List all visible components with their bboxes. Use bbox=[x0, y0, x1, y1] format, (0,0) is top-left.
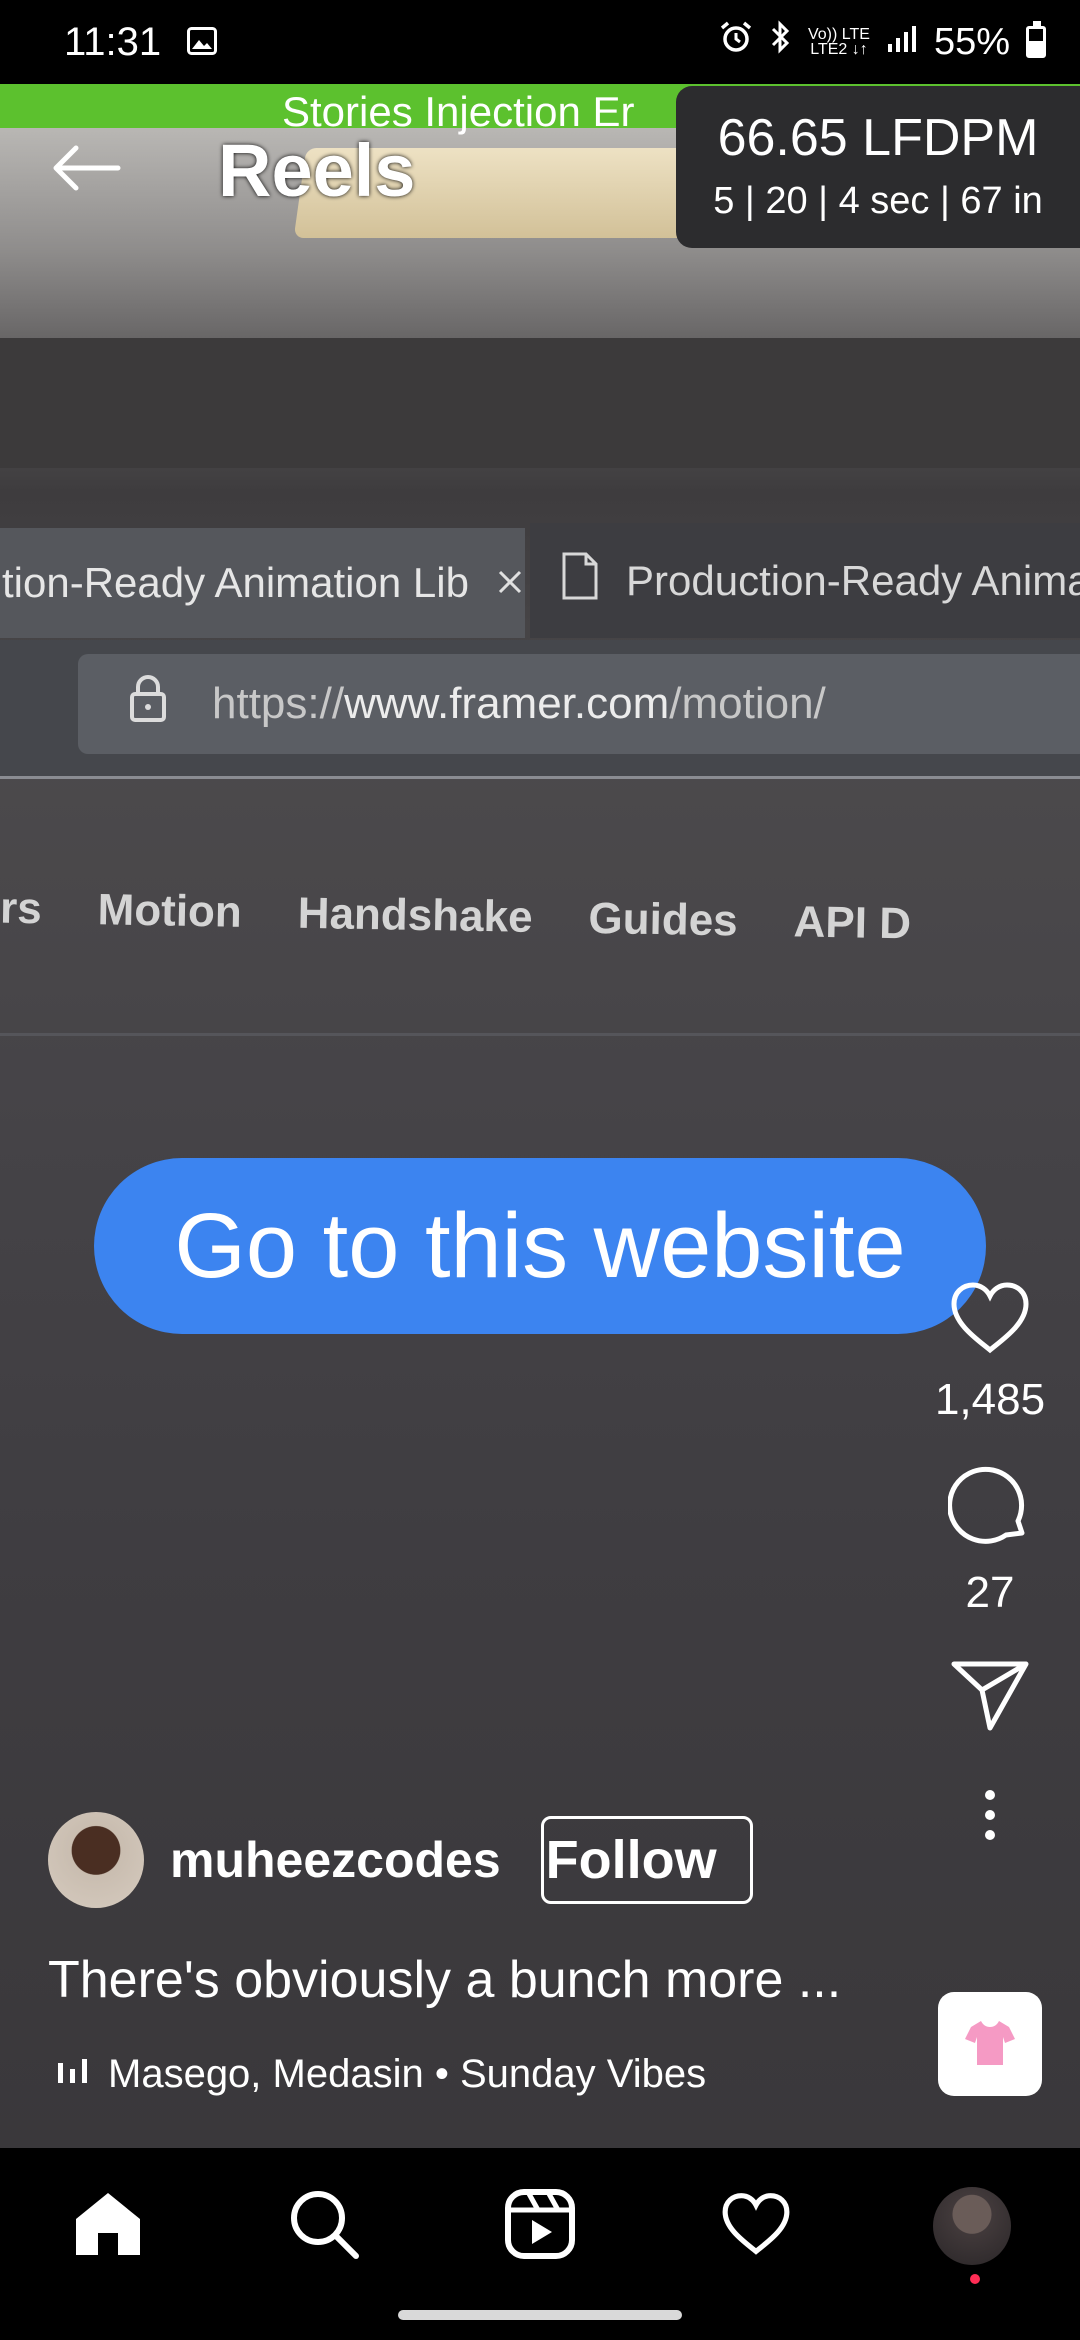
nav-home[interactable] bbox=[68, 2186, 148, 2266]
audio-bars-icon bbox=[56, 2052, 90, 2097]
video-url: https://www.framer.com/motion/ bbox=[212, 679, 826, 728]
video-address-row: https://www.framer.com/motion/ bbox=[0, 640, 1080, 779]
like-count: 1,485 bbox=[934, 1375, 1046, 1424]
status-time: 11:31 bbox=[64, 19, 162, 64]
battery-icon bbox=[1026, 21, 1046, 58]
video-divider bbox=[0, 1033, 1080, 1036]
document-icon bbox=[560, 551, 600, 611]
alarm-icon bbox=[718, 19, 754, 65]
video-browser-tab-active: tion-Ready Animation Lib bbox=[0, 528, 525, 638]
page-title: Reels bbox=[218, 129, 416, 212]
video-address-bar: https://www.framer.com/motion/ bbox=[78, 654, 1080, 754]
post-caption[interactable]: There's obviously a bunch more ... bbox=[48, 1950, 841, 2010]
video-nav-item: Handshake bbox=[297, 888, 533, 942]
go-to-website-button[interactable]: Go to this website bbox=[94, 1158, 986, 1334]
comment-icon[interactable] bbox=[947, 1466, 1032, 1553]
video-nav-item: Guides bbox=[588, 893, 739, 946]
author-row: muheezcodes Follow bbox=[48, 1812, 753, 1908]
bottom-navigation bbox=[0, 2150, 1080, 2340]
video-tab-title-2: Production-Ready Anima bbox=[626, 556, 1080, 604]
video-nav-item: Motion bbox=[97, 885, 243, 937]
network-indicator: Vo)) LTE LTE2 ↓↑ bbox=[807, 26, 870, 58]
notification-dot bbox=[970, 2274, 980, 2284]
audio-label: Masego, Medasin • Sunday Vibes bbox=[108, 2052, 707, 2096]
action-rail: 1,485 27 bbox=[900, 1280, 1080, 1848]
video-site-nav: rs Motion Handshake Guides API D bbox=[0, 859, 1080, 978]
nav-activity[interactable] bbox=[716, 2186, 796, 2266]
battery-percent: 55% bbox=[933, 20, 1010, 63]
comment-button[interactable] bbox=[900, 1465, 1080, 1554]
comment-count: 27 bbox=[965, 1568, 1015, 1617]
avatar[interactable] bbox=[48, 1812, 144, 1908]
more-vertical-icon[interactable] bbox=[980, 1790, 1000, 1847]
back-arrow-icon[interactable] bbox=[46, 138, 126, 198]
gallery-icon bbox=[187, 20, 218, 65]
signal-icon bbox=[886, 21, 918, 64]
video-nav-item: rs bbox=[0, 883, 43, 934]
home-icon[interactable] bbox=[72, 2189, 144, 2264]
close-icon bbox=[495, 559, 525, 607]
video-nav-item: API D bbox=[793, 897, 912, 949]
reels-icon[interactable] bbox=[504, 2188, 576, 2265]
send-icon[interactable] bbox=[950, 1661, 1030, 1736]
share-button[interactable] bbox=[900, 1658, 1080, 1737]
product-thumbnail[interactable] bbox=[938, 1992, 1042, 2096]
profile-avatar[interactable] bbox=[933, 2187, 1011, 2265]
nav-profile[interactable] bbox=[932, 2186, 1012, 2266]
debug-overlay: 66.65 LFDPM 5 | 20 | 4 sec | 67 in bbox=[676, 86, 1080, 248]
audio-attribution[interactable]: Masego, Medasin • Sunday Vibes bbox=[56, 2052, 706, 2097]
search-icon[interactable] bbox=[288, 2188, 360, 2265]
author-username[interactable]: muheezcodes bbox=[170, 1831, 501, 1889]
heart-icon[interactable] bbox=[720, 2191, 792, 2262]
home-indicator bbox=[398, 2310, 682, 2320]
more-button[interactable] bbox=[900, 1787, 1080, 1848]
tshirt-icon bbox=[963, 2015, 1017, 2074]
video-tab-title: tion-Ready Animation Lib bbox=[2, 559, 469, 606]
video-monitor-frame bbox=[0, 338, 1080, 468]
debug-stats: 5 | 20 | 4 sec | 67 in bbox=[713, 180, 1043, 222]
bluetooth-icon bbox=[770, 20, 792, 64]
heart-icon[interactable] bbox=[948, 1282, 1032, 1360]
nav-search[interactable] bbox=[284, 2186, 364, 2266]
like-button[interactable] bbox=[900, 1280, 1080, 1361]
debug-lfdpm: 66.65 LFDPM bbox=[717, 109, 1039, 167]
video-browser-tab: Production-Ready Anima bbox=[530, 523, 1080, 638]
nav-reels[interactable] bbox=[500, 2186, 580, 2266]
status-bar: 11:31 Vo)) LTE LTE2 ↓↑ 55% bbox=[0, 0, 1080, 84]
follow-button[interactable]: Follow bbox=[540, 1816, 753, 1904]
lock-icon bbox=[128, 674, 168, 735]
